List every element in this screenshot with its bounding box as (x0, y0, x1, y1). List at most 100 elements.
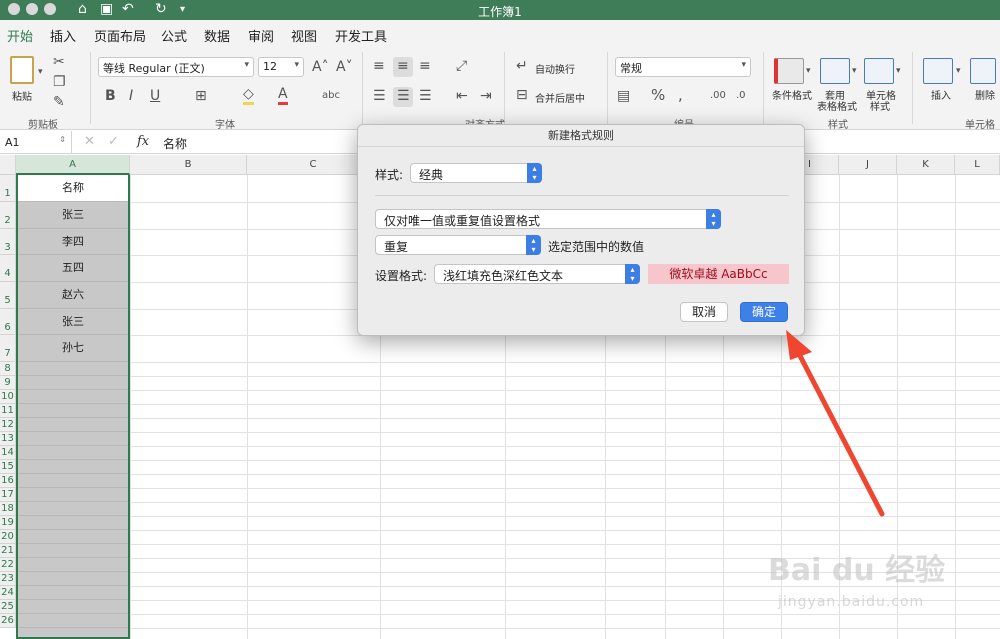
align-left-icon[interactable]: ☰ (373, 88, 386, 104)
row-header[interactable]: 23 (0, 572, 16, 586)
name-box[interactable]: A1 ⇕ (0, 131, 72, 154)
row-header[interactable]: 1 (0, 175, 16, 202)
delete-cells-button[interactable]: 删除 (975, 87, 995, 102)
delete-cells-icon[interactable] (970, 58, 996, 84)
phonetic-guide-icon[interactable]: abc (322, 88, 340, 104)
tab-formulas[interactable]: 公式 (161, 26, 187, 45)
format-with-select[interactable]: 浅红填充色深红色文本 ▴ ▾ (434, 264, 640, 284)
row-header[interactable]: 10 (0, 390, 16, 404)
insert-cells-button[interactable]: 插入 (931, 87, 951, 102)
merge-center-icon[interactable]: ⊟ (516, 87, 528, 103)
align-top-icon[interactable]: ≡ (373, 58, 385, 74)
row-header[interactable]: 17 (0, 488, 16, 502)
row-header[interactable]: 22 (0, 558, 16, 572)
paste-icon[interactable] (10, 56, 34, 84)
row-header[interactable]: 7 (0, 335, 16, 362)
ok-button[interactable]: 确定 (740, 302, 788, 322)
tab-data[interactable]: 数据 (204, 26, 230, 45)
row-header[interactable]: 8 (0, 362, 16, 376)
row-header[interactable]: 20 (0, 530, 16, 544)
orientation-icon[interactable]: ⤢ (456, 58, 467, 74)
tab-insert[interactable]: 插入 (50, 26, 76, 45)
chevron-down-icon[interactable]: ▾ (852, 63, 857, 79)
row-header[interactable]: 15 (0, 460, 16, 474)
row-header[interactable]: 25 (0, 600, 16, 614)
comma-style-icon[interactable]: , (678, 87, 683, 103)
align-middle-icon[interactable]: ≡ (397, 58, 409, 74)
format-as-table-label-2[interactable]: 表格格式 (817, 98, 857, 113)
select-all-corner[interactable] (0, 155, 16, 175)
align-bottom-icon[interactable]: ≡ (419, 58, 431, 74)
row-header[interactable]: 9 (0, 376, 16, 390)
column-header-j[interactable]: J (839, 155, 897, 175)
accounting-icon[interactable]: ▤ (617, 88, 630, 104)
wrap-text-icon[interactable]: ↵ (516, 58, 528, 74)
formula-input[interactable]: 名称 (163, 135, 187, 152)
number-format-select[interactable]: 常规 ▾ (615, 57, 751, 77)
row-header[interactable]: 5 (0, 282, 16, 309)
row-header[interactable]: 16 (0, 474, 16, 488)
increase-font-icon[interactable]: A˄ (312, 59, 329, 75)
merge-center-button[interactable]: 合并后居中 (535, 90, 585, 105)
cancel-formula-icon[interactable]: ✕ (84, 134, 95, 149)
cancel-button[interactable]: 取消 (680, 302, 728, 322)
percent-icon[interactable]: % (651, 87, 665, 103)
paste-dropdown-icon[interactable]: ▾ (38, 64, 43, 80)
conditional-formatting-button[interactable]: 条件格式 (772, 87, 812, 102)
align-right-icon[interactable]: ☰ (419, 88, 432, 104)
font-name-select[interactable]: 等线 Regular (正文) ▾ (98, 57, 254, 77)
row-header[interactable]: 12 (0, 418, 16, 432)
cells-group-label: 单元格 (965, 120, 995, 131)
borders-icon[interactable]: ⊞ (195, 88, 207, 104)
font-color-icon[interactable]: A (278, 86, 288, 105)
rule-type-select[interactable]: 仅对唯一值或重复值设置格式 ▴ ▾ (375, 209, 721, 229)
row-header[interactable]: 26 (0, 614, 16, 628)
tab-developer[interactable]: 开发工具 (335, 26, 387, 45)
row-header[interactable]: 3 (0, 229, 16, 255)
increase-decimal-icon[interactable]: .00 (710, 88, 726, 104)
row-header[interactable]: 21 (0, 544, 16, 558)
style-select[interactable]: 经典 ▴ ▾ (410, 163, 542, 183)
cell-styles-icon[interactable] (864, 58, 894, 84)
font-size-select[interactable]: 12 ▾ (258, 57, 304, 77)
increase-indent-icon[interactable]: ⇥ (480, 88, 492, 104)
copy-icon[interactable]: ❐ (53, 74, 66, 90)
insert-cells-icon[interactable] (923, 58, 953, 84)
row-header[interactable]: 18 (0, 502, 16, 516)
row-header[interactable]: 4 (0, 255, 16, 282)
row-header[interactable]: 13 (0, 432, 16, 446)
tab-review[interactable]: 审阅 (248, 26, 274, 45)
conditional-formatting-icon[interactable] (774, 58, 804, 84)
column-header-a[interactable]: A (16, 155, 130, 175)
cut-icon[interactable]: ✂ (53, 54, 65, 70)
fill-color-icon[interactable]: ◇ (243, 86, 254, 105)
decrease-decimal-icon[interactable]: .0 (736, 88, 746, 104)
decrease-indent-icon[interactable]: ⇤ (456, 88, 468, 104)
underline-icon[interactable]: U (150, 88, 160, 104)
decrease-font-icon[interactable]: A˅ (336, 59, 353, 75)
duplicate-unique-select[interactable]: 重复 ▴ ▾ (375, 235, 541, 255)
format-painter-icon[interactable]: ✎ (53, 94, 65, 110)
row-header[interactable]: 2 (0, 202, 16, 229)
format-as-table-icon[interactable] (820, 58, 850, 84)
row-header[interactable]: 6 (0, 309, 16, 335)
chevron-down-icon[interactable]: ▾ (956, 63, 961, 79)
row-header[interactable]: 24 (0, 586, 16, 600)
row-header[interactable]: 19 (0, 516, 16, 530)
row-header[interactable]: 14 (0, 446, 16, 460)
column-header-b[interactable]: B (130, 155, 247, 175)
tab-view[interactable]: 视图 (291, 26, 317, 45)
confirm-formula-icon[interactable]: ✓ (108, 134, 119, 149)
chevron-down-icon[interactable]: ▾ (806, 63, 811, 79)
chevron-down-icon[interactable]: ▾ (896, 63, 901, 79)
align-center-icon[interactable]: ☰ (397, 88, 410, 104)
cell-styles-label-2[interactable]: 样式 (870, 98, 890, 113)
insert-function-icon[interactable]: fx (137, 134, 149, 149)
column-header-k[interactable]: K (897, 155, 955, 175)
column-header-l[interactable]: L (955, 155, 1000, 175)
row-header[interactable]: 11 (0, 404, 16, 418)
bold-icon[interactable]: B (105, 88, 116, 104)
wrap-text-button[interactable]: 自动换行 (535, 61, 575, 76)
italic-icon[interactable]: I (129, 88, 133, 104)
tab-page-layout[interactable]: 页面布局 (94, 26, 146, 45)
